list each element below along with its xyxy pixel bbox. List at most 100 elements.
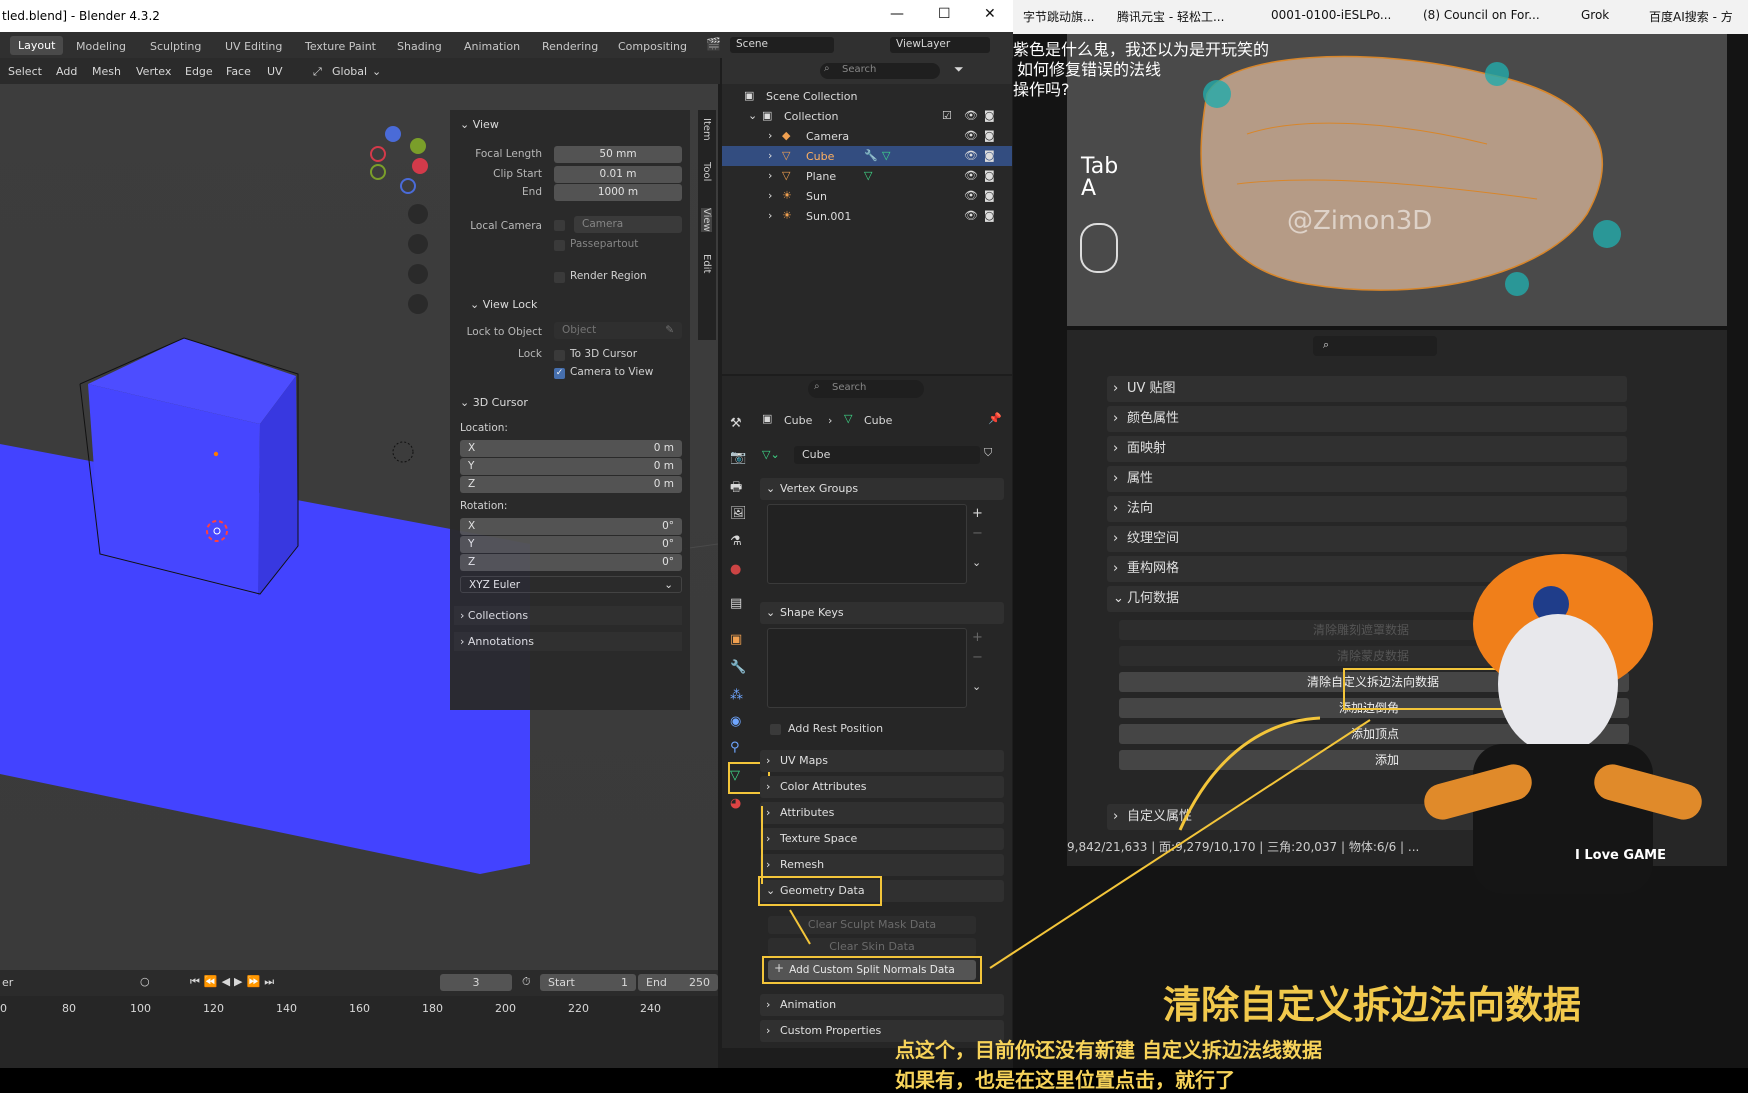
tab-compositing[interactable]: Compositing bbox=[618, 40, 687, 53]
tab-animation[interactable]: Animation bbox=[464, 40, 520, 53]
clip-end-field[interactable]: 1000 m bbox=[554, 184, 682, 201]
sidebar-tab-tool[interactable]: Tool bbox=[701, 162, 712, 181]
remove-icon[interactable]: − bbox=[972, 650, 983, 665]
texture-space-header[interactable]: › Texture Space bbox=[760, 828, 1004, 850]
sidebar-tab-edit[interactable]: Edit bbox=[701, 254, 712, 273]
3d-cursor-header[interactable]: ⌄ 3D Cursor bbox=[460, 396, 528, 409]
clear-sculpt-mask-button[interactable]: Clear Sculpt Mask Data bbox=[768, 916, 976, 934]
render-region-checkbox[interactable] bbox=[554, 272, 565, 283]
gizmo-neg-x[interactable] bbox=[370, 146, 386, 162]
start-frame-field[interactable]: Start 1 bbox=[540, 974, 636, 991]
eye-icon[interactable]: 👁 bbox=[964, 209, 978, 222]
mesh-browse-icon[interactable]: ▽⌄ bbox=[762, 448, 780, 461]
eye-icon[interactable]: 👁 bbox=[964, 169, 978, 182]
add-icon[interactable]: + bbox=[972, 506, 983, 521]
cursor-rot-y[interactable]: Y 0° bbox=[460, 536, 682, 553]
gizmo-y-axis[interactable] bbox=[410, 138, 426, 154]
menu-edge[interactable]: Edge bbox=[185, 65, 213, 78]
shape-keys-list[interactable] bbox=[767, 628, 967, 708]
zoom-icon[interactable] bbox=[408, 204, 428, 224]
color-attributes-header[interactable]: › Color Attributes bbox=[760, 776, 1004, 798]
attributes-header[interactable]: › Attributes bbox=[760, 802, 1004, 824]
camera-render-icon[interactable]: ◙ bbox=[984, 209, 995, 222]
object-tab-icon[interactable]: ▣ bbox=[730, 632, 742, 647]
passepartout-checkbox[interactable] bbox=[554, 240, 565, 251]
browser-tab[interactable]: Grok bbox=[1581, 8, 1609, 22]
camera-render-icon[interactable]: ◙ bbox=[984, 169, 995, 182]
checkbox-icon[interactable]: ☑ bbox=[942, 109, 952, 122]
vertex-groups-header[interactable]: ⌄ Vertex Groups bbox=[760, 478, 1004, 500]
tab-texture-paint[interactable]: Texture Paint bbox=[305, 40, 376, 53]
eye-icon[interactable]: 👁 bbox=[964, 109, 978, 122]
viewlayer-field[interactable]: ViewLayer bbox=[890, 37, 990, 53]
outliner-row[interactable]: › ▽ Cube 🔧 ▽ 👁 ◙ bbox=[722, 146, 1012, 166]
clear-skin-data-button[interactable]: Clear Skin Data bbox=[768, 938, 976, 956]
cursor-rot-z[interactable]: Z 0° bbox=[460, 554, 682, 571]
orientation-icon[interactable]: ⤢ bbox=[313, 65, 322, 79]
constraints-tab-icon[interactable]: ⚲ bbox=[730, 740, 740, 755]
menu-face[interactable]: Face bbox=[226, 65, 251, 78]
cursor-loc-y[interactable]: Y 0 m bbox=[460, 458, 682, 475]
camera-render-icon[interactable]: ◙ bbox=[984, 109, 995, 122]
sun-light-icon[interactable] bbox=[392, 441, 414, 463]
physics-tab-icon[interactable]: ◉ bbox=[730, 714, 741, 729]
outliner-row[interactable]: › ◆ Camera 👁 ◙ bbox=[722, 126, 1012, 146]
outliner-row[interactable]: ⌄ ▣ Collection ☑ 👁 ◙ bbox=[722, 106, 1012, 126]
outliner-row[interactable]: ▣ Scene Collection bbox=[722, 86, 1012, 106]
particles-tab-icon[interactable]: ⁂ bbox=[730, 688, 743, 703]
scene-field[interactable]: Scene bbox=[730, 37, 834, 53]
add-rest-position-checkbox[interactable] bbox=[770, 724, 781, 735]
clock-icon[interactable]: ⏱ bbox=[522, 975, 531, 989]
maximize-button[interactable]: ☐ bbox=[938, 6, 951, 22]
sidebar-tab-view[interactable]: View bbox=[701, 208, 712, 232]
browser-tab[interactable]: 字节跳动旗... bbox=[1023, 8, 1094, 25]
eyedropper-icon[interactable]: ✎ bbox=[665, 322, 674, 339]
browser-tab[interactable]: 0001-0100-iESLPo... bbox=[1271, 8, 1391, 22]
render-tab-icon[interactable]: 📷 bbox=[730, 450, 746, 465]
add-icon[interactable]: + bbox=[972, 630, 983, 645]
local-camera-field[interactable]: Camera bbox=[574, 216, 682, 233]
camera-to-view-checkbox[interactable]: ✓ bbox=[554, 368, 565, 379]
tab-layout[interactable]: Layout bbox=[10, 36, 64, 55]
properties-search[interactable]: Search bbox=[808, 380, 924, 398]
eye-icon[interactable]: 👁 bbox=[964, 189, 978, 202]
outliner-row[interactable]: › ▽ Plane ▽ 👁 ◙ bbox=[722, 166, 1012, 186]
chevron-down-icon[interactable]: ⌄ bbox=[972, 556, 981, 569]
menu-select[interactable]: Select bbox=[8, 65, 42, 78]
modifier-tab-icon[interactable]: 🔧 bbox=[730, 660, 746, 675]
vertex-groups-list[interactable] bbox=[767, 504, 967, 584]
eye-icon[interactable]: 👁 bbox=[964, 129, 978, 142]
annotations-header[interactable]: › Annotations bbox=[454, 632, 682, 651]
outliner-row[interactable]: › ☀ Sun 👁 ◙ bbox=[722, 186, 1012, 206]
to-3d-cursor-checkbox[interactable] bbox=[554, 350, 565, 361]
end-frame-field[interactable]: End 250 bbox=[638, 974, 718, 991]
browser-tab[interactable]: 百度AI搜索 - 方 bbox=[1649, 8, 1733, 25]
remesh-header[interactable]: › Remesh bbox=[760, 854, 1004, 876]
clip-start-field[interactable]: 0.01 m bbox=[554, 166, 682, 183]
gizmo-x-axis[interactable] bbox=[412, 158, 428, 174]
gizmo-neg-y[interactable] bbox=[370, 164, 386, 180]
uv-maps-header[interactable]: › UV Maps bbox=[760, 750, 1004, 772]
scene-tab-icon[interactable]: ⚗ bbox=[730, 534, 742, 549]
sidebar-tab-item[interactable]: Item bbox=[701, 118, 712, 141]
menu-uv[interactable]: UV bbox=[267, 65, 283, 78]
cursor-loc-x[interactable]: X 0 m bbox=[460, 440, 682, 457]
view-layer-tab-icon[interactable]: 🖼 bbox=[730, 506, 747, 521]
animation-header[interactable]: › Animation bbox=[760, 994, 1004, 1016]
close-button[interactable]: ✕ bbox=[984, 6, 996, 22]
ortho-grid-icon[interactable] bbox=[408, 294, 428, 314]
menu-add[interactable]: Add bbox=[56, 65, 77, 78]
tab-sculpting[interactable]: Sculpting bbox=[150, 40, 201, 53]
eye-icon[interactable]: 👁 bbox=[964, 149, 978, 162]
focal-length-field[interactable]: 50 mm bbox=[554, 146, 682, 163]
playback-controls-icon[interactable]: ⏮⏪◀▶⏩⏭ bbox=[190, 975, 278, 989]
camera-render-icon[interactable]: ◙ bbox=[984, 129, 995, 142]
collection-tab-icon[interactable]: ▤ bbox=[730, 596, 742, 611]
filter-icon[interactable]: ⏷ bbox=[954, 62, 964, 77]
cursor-rot-x[interactable]: X 0° bbox=[460, 518, 682, 535]
camera-render-icon[interactable]: ◙ bbox=[984, 189, 995, 202]
tool-tab-icon[interactable]: ⚒ bbox=[730, 416, 742, 431]
collections-header[interactable]: › Collections bbox=[454, 606, 682, 625]
tab-rendering[interactable]: Rendering bbox=[542, 40, 598, 53]
lock-to-object-field[interactable]: Object ✎ bbox=[554, 322, 682, 339]
